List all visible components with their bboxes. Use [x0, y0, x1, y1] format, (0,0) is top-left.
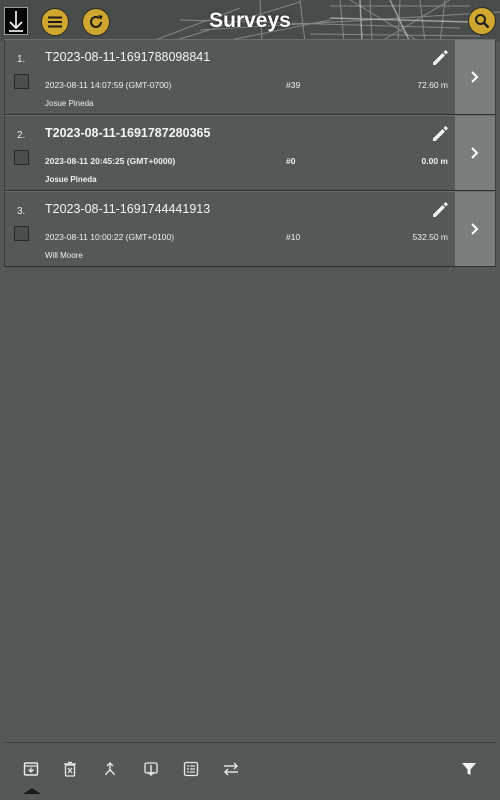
- list-icon: [183, 761, 199, 777]
- survey-datetime: 2023-08-11 10:00:22 (GMT+0100): [45, 232, 175, 242]
- row-checkbox[interactable]: [14, 74, 29, 89]
- merge-icon: [104, 762, 116, 776]
- row-index: 3.: [17, 206, 26, 217]
- survey-distance: 0.00 m: [421, 156, 448, 166]
- merge-button[interactable]: [101, 760, 119, 778]
- survey-count: #10: [286, 232, 301, 242]
- edit-button[interactable]: [430, 48, 450, 68]
- survey-name: T2023-08-11-1691787280365: [45, 126, 211, 140]
- swap-icon: [224, 762, 238, 776]
- search-button[interactable]: [468, 7, 496, 35]
- delete-icon: [64, 761, 76, 777]
- list-view-button[interactable]: [182, 760, 200, 778]
- survey-row[interactable]: 1. T2023-08-11-1691788098841 2023-08-11 …: [4, 39, 496, 115]
- search-icon: [475, 14, 490, 29]
- filter-button[interactable]: [460, 760, 478, 778]
- survey-author: Will Moore: [45, 251, 83, 260]
- open-survey-button[interactable]: [455, 116, 495, 190]
- chevron-right-icon: [471, 71, 479, 83]
- survey-list: 1. T2023-08-11-1691788098841 2023-08-11 …: [4, 39, 496, 267]
- archive-icon: [23, 762, 39, 776]
- open-survey-button[interactable]: [455, 192, 495, 266]
- survey-author: Josue Pineda: [45, 175, 97, 184]
- survey-distance: 532.50 m: [412, 232, 448, 242]
- survey-row[interactable]: 3. T2023-08-11-1691744441913 2023-08-11 …: [4, 191, 496, 267]
- filter-icon: [462, 763, 476, 775]
- app-header: Surveys: [0, 0, 500, 42]
- chevron-right-icon: [471, 223, 479, 235]
- import-button[interactable]: [142, 760, 160, 778]
- open-survey-button[interactable]: [455, 40, 495, 114]
- row-index: 2.: [17, 130, 26, 141]
- swap-button[interactable]: [222, 760, 240, 778]
- row-checkbox[interactable]: [14, 226, 29, 241]
- survey-distance: 72.60 m: [417, 80, 448, 90]
- delete-button[interactable]: [61, 760, 79, 778]
- row-index: 1.: [17, 54, 26, 65]
- edit-button[interactable]: [430, 124, 450, 144]
- page-title: Surveys: [209, 9, 291, 32]
- edit-button[interactable]: [430, 200, 450, 220]
- chevron-right-icon: [471, 147, 479, 159]
- survey-count: #39: [286, 80, 301, 90]
- archive-button[interactable]: [22, 760, 40, 778]
- import-icon: [144, 762, 158, 776]
- pencil-icon: [433, 50, 448, 65]
- survey-count: #0: [286, 156, 296, 166]
- survey-author: Josue Pineda: [45, 99, 94, 108]
- survey-name: T2023-08-11-1691744441913: [45, 202, 211, 216]
- pencil-icon: [433, 202, 448, 217]
- row-checkbox[interactable]: [14, 150, 29, 165]
- survey-name: T2023-08-11-1691788098841: [45, 50, 211, 64]
- survey-datetime: 2023-08-11 20:45:25 (GMT+0000): [45, 156, 176, 166]
- active-tab-indicator: [23, 788, 41, 794]
- pencil-icon: [433, 126, 448, 141]
- survey-row[interactable]: 2. T2023-08-11-1691787280365 2023-08-11 …: [4, 115, 496, 191]
- bottom-toolbar: [4, 742, 496, 794]
- survey-datetime: 2023-08-11 14:07:59 (GMT-0700): [45, 80, 172, 90]
